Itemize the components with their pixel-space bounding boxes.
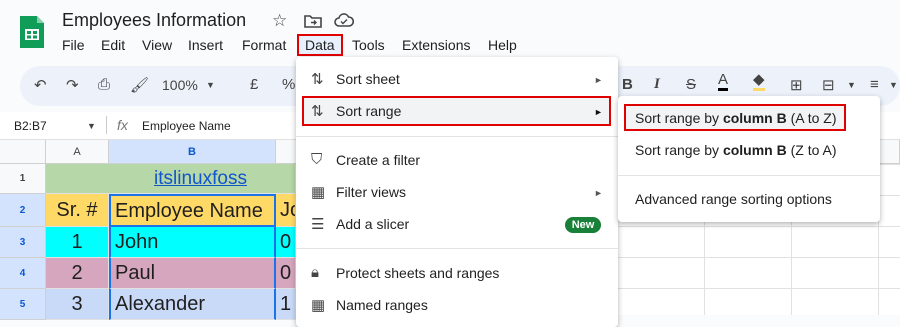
chevron-down-icon[interactable]: ▼ [206, 80, 215, 90]
row-header-1[interactable]: 1 [0, 164, 46, 194]
title-link[interactable]: itslinuxfoss [154, 168, 247, 189]
text-color-icon[interactable]: A [718, 72, 729, 91]
chevron-down-icon[interactable]: ▼ [87, 121, 96, 131]
sort-icon: ⇅ [311, 103, 324, 120]
sort-a-to-z-label: Sort range by column B (A to Z) [635, 110, 837, 126]
redo-icon[interactable]: ↷ [66, 76, 79, 94]
sort-a-to-z-prefix: Sort range by [635, 110, 723, 126]
table-icon: ▦ [311, 184, 326, 201]
chevron-down-icon[interactable]: ▼ [847, 80, 856, 90]
italic-icon[interactable]: I [654, 76, 660, 93]
header-cell-employee-name[interactable]: Employee Name [109, 194, 276, 227]
row-header-4[interactable]: 4 [0, 258, 46, 289]
header-cell-job[interactable]: Jo [276, 194, 296, 227]
submenu-arrow-icon: ► [594, 107, 603, 117]
borders-icon[interactable]: ⊞ [790, 76, 803, 94]
menu-data[interactable]: Data [297, 34, 343, 56]
menu-item-label: Named ranges [336, 297, 428, 313]
table-row-job[interactable]: 0 [276, 227, 296, 258]
divider [106, 116, 107, 134]
strikethrough-icon[interactable]: S [686, 76, 696, 93]
formula-input[interactable]: Employee Name [142, 119, 231, 133]
menu-item-label: Filter views [336, 184, 407, 200]
table-row-sr[interactable]: 2 [46, 258, 109, 289]
star-icon[interactable]: ☆ [272, 11, 287, 31]
print-icon[interactable]: ⎙ [98, 76, 110, 93]
menu-separator [296, 136, 618, 137]
menu-separator [296, 248, 618, 249]
zoom-select[interactable]: 100% [162, 77, 198, 93]
filter-icon: ⛉ [311, 151, 323, 168]
sort-a-to-z-suffix: (A to Z) [786, 110, 837, 126]
menu-edit[interactable]: Edit [99, 37, 127, 57]
currency-button[interactable]: £ [250, 76, 258, 93]
menu-tools[interactable]: Tools [350, 37, 387, 57]
slicer-icon: ☰ [311, 216, 325, 233]
row-header-5[interactable]: 5 [0, 289, 46, 320]
fx-icon: fx [117, 117, 128, 133]
fill-color-icon[interactable]: ◆ [753, 72, 765, 91]
menu-insert[interactable]: Insert [186, 37, 225, 57]
align-icon[interactable]: ≡ [870, 76, 879, 93]
merge-cells-icon[interactable]: ⊟ [822, 76, 835, 94]
sort-z-to-a-suffix: (Z to A) [786, 142, 837, 158]
new-badge: New [565, 217, 601, 233]
lock-icon: 🔒︎ [311, 264, 319, 281]
bold-icon[interactable]: B [622, 76, 633, 93]
menu-format[interactable]: Format [240, 37, 288, 57]
table-row-job[interactable]: 0 [276, 258, 296, 289]
name-box[interactable]: B2:B7 [14, 119, 47, 133]
table-row-name[interactable]: Alexander [109, 289, 276, 320]
table-row-name[interactable]: Paul [109, 258, 276, 289]
submenu-separator [618, 175, 880, 176]
sort-a-to-z-column: column B [722, 110, 787, 126]
header-cell-sr[interactable]: Sr. # [46, 194, 109, 227]
sort-z-to-a-column: column B [722, 142, 787, 158]
sort-icon: ⇅ [311, 71, 324, 88]
select-all-corner[interactable] [0, 140, 46, 164]
submenu-arrow-icon: ► [594, 75, 603, 85]
title-cell[interactable]: itslinuxfoss [46, 164, 296, 194]
move-folder-icon[interactable] [304, 13, 322, 29]
menu-item-label: Protect sheets and ranges [336, 265, 500, 281]
menu-item-label: Sort sheet [336, 71, 400, 87]
percent-button[interactable]: % [282, 76, 295, 93]
column-header-a[interactable]: A [46, 140, 109, 164]
sort-z-to-a-prefix: Sort range by [635, 142, 723, 158]
table-row-sr[interactable]: 3 [46, 289, 109, 320]
menu-help[interactable]: Help [486, 37, 519, 57]
document-title[interactable]: Employees Information [62, 10, 246, 31]
table-row-job[interactable]: 1 [276, 289, 296, 320]
table-row-name[interactable]: John [109, 227, 276, 258]
menu-item-label: Create a filter [336, 152, 421, 168]
column-header-b[interactable]: B [109, 140, 276, 164]
chevron-down-icon[interactable]: ▼ [889, 80, 898, 90]
advanced-sorting-label: Advanced range sorting options [635, 191, 832, 207]
menu-item-label: Add a slicer [336, 216, 410, 232]
row-header-2[interactable]: 2 [0, 194, 46, 227]
menu-item-label: Sort range [336, 103, 402, 119]
menu-extensions[interactable]: Extensions [400, 37, 472, 57]
paint-format-icon[interactable]: 🖌 [130, 76, 149, 94]
menu-view[interactable]: View [140, 37, 174, 57]
row-header-3[interactable]: 3 [0, 227, 46, 258]
submenu-arrow-icon: ► [594, 188, 603, 198]
undo-icon[interactable]: ↶ [34, 76, 47, 94]
cloud-saved-icon[interactable] [334, 13, 354, 28]
menu-file[interactable]: File [60, 37, 87, 57]
table-icon: ▦ [311, 297, 326, 314]
sheets-logo[interactable] [18, 14, 46, 50]
sort-z-to-a-label: Sort range by column B (Z to A) [635, 142, 837, 158]
table-row-sr[interactable]: 1 [46, 227, 109, 258]
